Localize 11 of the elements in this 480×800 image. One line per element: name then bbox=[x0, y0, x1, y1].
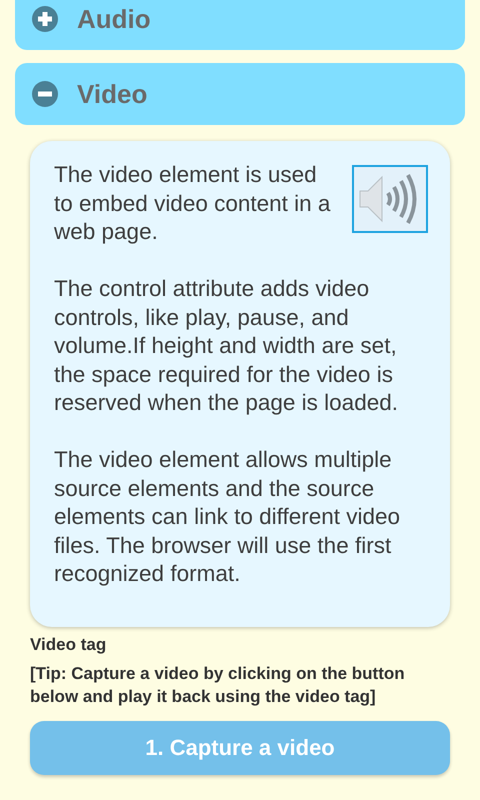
description-text: The video element allows multiple source elements and the source elements can link to different video files. The browser will use the first recognized format. bbox=[54, 446, 402, 588]
section-header[interactable]: Video bbox=[15, 63, 465, 125]
video-tag-label: Video tag bbox=[30, 634, 108, 654]
section-header[interactable]: Audio bbox=[15, 0, 465, 50]
capture-button[interactable]: 1. Capture a video bbox=[30, 720, 450, 774]
description-text: The control attribute adds video controls, like play, pause, and volume.If height and width are set, the space required for the video is reserved when the page is loaded. bbox=[54, 275, 399, 417]
section-title: Audio bbox=[77, 4, 151, 34]
description-text: The video element is used to embed video content in a web page. bbox=[54, 161, 332, 246]
speaker-icon bbox=[352, 165, 428, 233]
tip-text: [Tip: Capture a video by clicking on the button below and play it back using the video tag] bbox=[30, 662, 406, 708]
section-title: Video bbox=[77, 78, 148, 110]
